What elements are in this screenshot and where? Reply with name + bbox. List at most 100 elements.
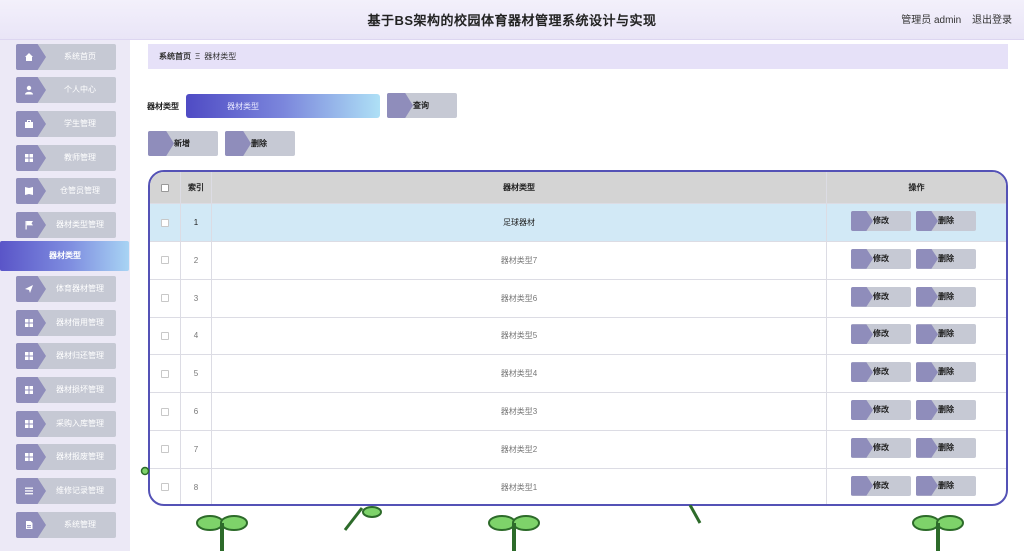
- edit-button[interactable]: 修改: [851, 248, 911, 269]
- table-row[interactable]: 5 器材类型4 修改 删除: [150, 355, 1006, 394]
- sidebar-item-type-mgmt[interactable]: 器材类型管理: [16, 212, 116, 238]
- select-all-cell: [150, 172, 181, 203]
- grid-icon: [25, 352, 33, 360]
- sidebar-item-label: 体育器材管理: [56, 284, 104, 293]
- sidebar-item-borrow[interactable]: 器材借用管理: [16, 310, 116, 336]
- delete-button[interactable]: 删除: [916, 211, 976, 231]
- sidebar-item-label: 器材报废管理: [56, 452, 104, 461]
- delete-button[interactable]: 删除: [916, 437, 976, 458]
- sidebar-item-home[interactable]: 系统首页: [16, 44, 116, 70]
- row-checkbox[interactable]: [161, 331, 169, 340]
- edit-button-label: 修改: [873, 291, 889, 301]
- sidebar-item-equipment-type[interactable]: 器材类型: [0, 241, 129, 271]
- delete-button-label: 删除: [938, 480, 954, 490]
- edit-button-label: 修改: [873, 367, 889, 377]
- header-type: 器材类型: [212, 172, 827, 203]
- button-tag-shape: [387, 93, 413, 118]
- button-tag-shape: [851, 475, 873, 496]
- sidebar-item-students[interactable]: 学生管理: [16, 111, 116, 137]
- sidebar-item-label: 仓管员管理: [60, 186, 100, 195]
- delete-button-label: 删除: [938, 216, 954, 225]
- button-tag-shape: [916, 362, 938, 383]
- row-checkbox[interactable]: [161, 483, 169, 492]
- sidebar-item-return[interactable]: 器材归还管理: [16, 343, 116, 369]
- row-type: 器材类型3: [212, 393, 827, 430]
- button-tag-shape: [916, 248, 938, 269]
- table-header-row: 索引 器材类型 操作: [150, 172, 1006, 204]
- list-icon: [25, 487, 33, 495]
- button-tag-shape: [851, 248, 873, 269]
- edit-button[interactable]: 修改: [851, 324, 911, 345]
- flag-icon: [25, 221, 33, 230]
- search-input[interactable]: [186, 94, 380, 118]
- table-row[interactable]: 8 器材类型1 修改 删除: [150, 468, 1006, 504]
- table-row[interactable]: 4 器材类型5 修改 删除: [150, 317, 1006, 356]
- row-type: 器材类型5: [212, 317, 827, 355]
- sidebar-item-purchase[interactable]: 采购入库管理: [16, 411, 116, 437]
- sprout-decoration-icon: [196, 515, 248, 551]
- delete-button[interactable]: 删除: [916, 475, 976, 496]
- edit-button[interactable]: 修改: [851, 475, 911, 496]
- top-header: 基于BS架构的校园体育器材管理系统设计与实现 管理员 admin 退出登录: [0, 0, 1024, 40]
- table-row[interactable]: 1 足球器材 修改 删除: [150, 204, 1006, 242]
- sidebar-item-damage[interactable]: 器材损坏管理: [16, 377, 116, 403]
- breadcrumb-home[interactable]: 系统首页: [159, 52, 191, 61]
- row-type: 器材类型6: [212, 279, 827, 317]
- edit-button[interactable]: 修改: [851, 211, 911, 231]
- delete-button[interactable]: 删除: [916, 400, 976, 420]
- delete-button[interactable]: 删除: [916, 362, 976, 383]
- add-button[interactable]: 新增: [148, 131, 218, 156]
- sidebar-item-system[interactable]: 系统管理: [16, 512, 116, 538]
- logout-link[interactable]: 退出登录: [972, 15, 1012, 26]
- sidebar-item-equipment[interactable]: 体育器材管理: [16, 276, 116, 302]
- row-checkbox-cell: [150, 317, 181, 355]
- sidebar-item-label: 维修记录管理: [56, 486, 104, 495]
- row-checkbox[interactable]: [161, 445, 169, 454]
- edit-button[interactable]: 修改: [851, 437, 911, 458]
- row-checkbox[interactable]: [161, 294, 169, 303]
- row-index: 6: [181, 393, 212, 430]
- table-row[interactable]: 6 器材类型3 修改 删除: [150, 393, 1006, 431]
- edit-button[interactable]: 修改: [851, 286, 911, 307]
- sidebar-item-warehouse[interactable]: 仓管员管理: [16, 178, 116, 204]
- sidebar-item-label: 采购入库管理: [56, 419, 104, 428]
- sidebar: 系统首页 个人中心 学生管理 教师管理 仓管员管理 器材类型管理 器材类型 体育…: [0, 40, 130, 551]
- row-checkbox[interactable]: [161, 407, 169, 416]
- button-tag-shape: [916, 400, 938, 420]
- edit-button[interactable]: 修改: [851, 362, 911, 383]
- button-tag-shape: [851, 211, 873, 231]
- delete-button[interactable]: 删除: [916, 248, 976, 269]
- sidebar-item-teachers[interactable]: 教师管理: [16, 145, 116, 171]
- row-ops: 修改 删除: [827, 280, 1006, 317]
- table-row[interactable]: 7 器材类型2 修改 删除: [150, 430, 1006, 469]
- row-checkbox-cell: [150, 355, 181, 393]
- button-tag-shape: [851, 437, 873, 458]
- book-icon: [25, 187, 33, 195]
- row-checkbox[interactable]: [161, 218, 169, 227]
- batch-delete-button-label: 删除: [251, 139, 267, 148]
- query-button[interactable]: 查询: [387, 93, 457, 118]
- button-tag-shape: [225, 131, 251, 156]
- sidebar-item-profile[interactable]: 个人中心: [16, 77, 116, 103]
- edit-button[interactable]: 修改: [851, 400, 911, 420]
- table-row[interactable]: 3 器材类型6 修改 删除: [150, 279, 1006, 318]
- row-checkbox[interactable]: [161, 369, 169, 378]
- sprout-decoration-icon: [688, 505, 702, 524]
- user-name: 管理员 admin: [901, 15, 962, 26]
- row-index: 3: [181, 279, 212, 317]
- table-row[interactable]: 2 器材类型7 修改 删除: [150, 241, 1006, 280]
- row-index: 7: [181, 430, 212, 468]
- add-button-label: 新增: [174, 139, 190, 148]
- button-tag-shape: [851, 324, 873, 345]
- sidebar-item-scrap[interactable]: 器材报废管理: [16, 444, 116, 470]
- delete-button[interactable]: 删除: [916, 286, 976, 307]
- row-type: 器材类型1: [212, 468, 827, 504]
- user-icon: [25, 85, 33, 95]
- sidebar-item-repair[interactable]: 维修记录管理: [16, 478, 116, 504]
- query-button-label: 查询: [413, 101, 429, 110]
- row-checkbox[interactable]: [161, 256, 169, 265]
- batch-delete-button[interactable]: 删除: [225, 131, 295, 156]
- delete-button[interactable]: 删除: [916, 324, 976, 345]
- select-all-checkbox[interactable]: [161, 183, 169, 192]
- row-ops: 修改 删除: [827, 317, 1006, 354]
